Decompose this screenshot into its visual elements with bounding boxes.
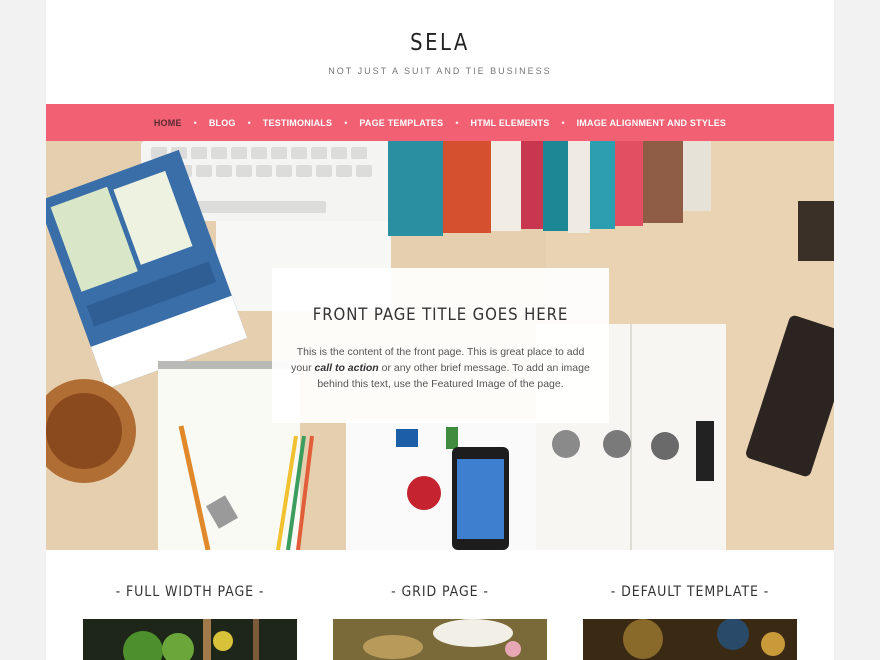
nav-item-image-alignment[interactable]: IMAGE ALIGNMENT AND STYLES [577, 118, 727, 128]
nav-item-testimonials[interactable]: TESTIMONIALS [263, 118, 332, 128]
nav-list: HOME • BLOG • TESTIMONIALS • PAGE TEMPLA… [46, 104, 834, 141]
thumbnail-image [333, 619, 547, 660]
full-width-page-thumbnail[interactable] [83, 619, 297, 660]
section-title-grid[interactable]: - GRID PAGE - [344, 584, 537, 600]
hero-title: FRONT PAGE TITLE GOES HERE [312, 305, 569, 325]
section-title-default[interactable]: - DEFAULT TEMPLATE - [594, 584, 787, 600]
nav-separator: • [247, 117, 251, 128]
thumbnail-image [83, 619, 297, 660]
main-navigation: HOME • BLOG • TESTIMONIALS • PAGE TEMPLA… [46, 104, 834, 141]
site-tagline: NOT JUST A SUIT AND TIE BUSINESS [328, 66, 552, 76]
site-title[interactable]: SELA [105, 30, 775, 56]
page: SELA NOT JUST A SUIT AND TIE BUSINESS HO… [46, 0, 834, 660]
hero-text: This is the content of the front page. T… [286, 344, 595, 392]
nav-item-html-elements[interactable]: HTML ELEMENTS [471, 118, 550, 128]
nav-separator: • [193, 117, 197, 128]
hero-card: FRONT PAGE TITLE GOES HERE This is the c… [272, 268, 609, 423]
nav-separator: • [344, 117, 348, 128]
hero-call-to-action: call to action [314, 362, 379, 374]
nav-separator: • [455, 117, 459, 128]
thumbnail-image [583, 619, 797, 660]
grid-page-thumbnail[interactable] [333, 619, 547, 660]
nav-item-blog[interactable]: BLOG [209, 118, 236, 128]
nav-item-home[interactable]: HOME [154, 118, 182, 128]
nav-separator: • [561, 117, 565, 128]
section-title-full-width[interactable]: - FULL WIDTH PAGE - [94, 584, 287, 600]
hero-section: FRONT PAGE TITLE GOES HERE This is the c… [46, 141, 834, 550]
nav-item-page-templates[interactable]: PAGE TEMPLATES [359, 118, 443, 128]
default-template-thumbnail[interactable] [583, 619, 797, 660]
